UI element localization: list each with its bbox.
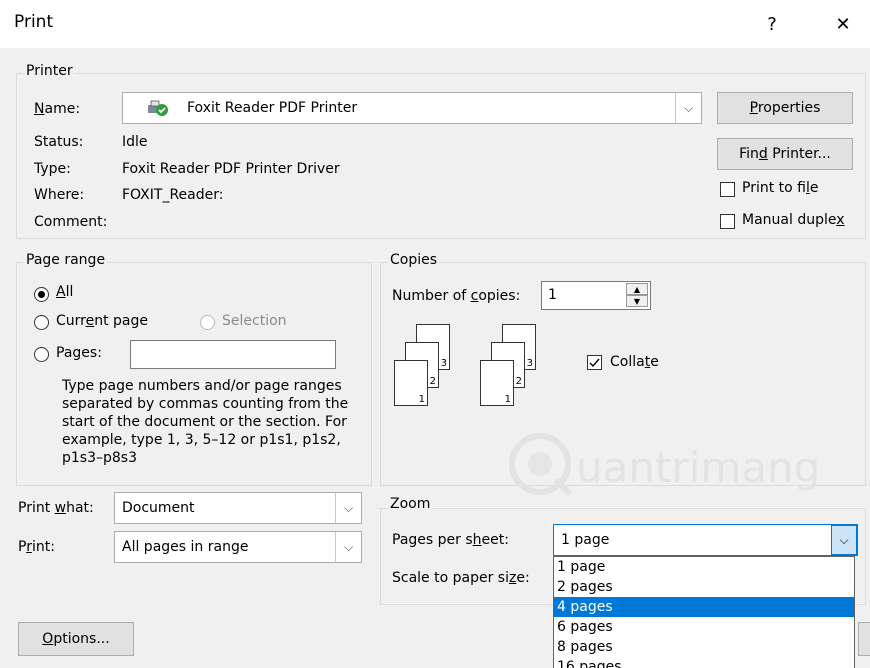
dropdown-option[interactable]: 6 pages bbox=[554, 617, 854, 637]
number-of-copies-stepper[interactable]: 1 ▲ ▼ bbox=[541, 281, 651, 310]
all-radio[interactable] bbox=[34, 287, 49, 302]
type-value: Foxit Reader PDF Printer Driver bbox=[122, 161, 340, 177]
svg-text:uantrimang: uantrimang bbox=[576, 443, 820, 492]
pages-label: Pages: bbox=[56, 345, 102, 361]
pages-per-sheet-value: 1 page bbox=[561, 532, 610, 548]
selection-label: Selection bbox=[222, 313, 287, 329]
chevron-down-icon[interactable]: ⌵ bbox=[675, 93, 701, 123]
find-printer-button[interactable]: Find Printer... bbox=[717, 138, 853, 170]
dialog-title: Print bbox=[14, 12, 54, 32]
close-button[interactable]: ✕ bbox=[820, 8, 866, 42]
title-bar bbox=[0, 0, 870, 48]
page-range-help-text: Type page numbers and/or page ranges sep… bbox=[62, 378, 349, 466]
printer-legend: Printer bbox=[24, 63, 75, 79]
watermark-logo: uantrimang bbox=[500, 420, 840, 500]
comment-label: Comment: bbox=[34, 214, 108, 230]
increment-icon[interactable]: ▲ bbox=[626, 283, 648, 295]
dropdown-option[interactable]: 16 pages bbox=[554, 657, 854, 668]
chevron-down-icon[interactable]: ⌵ bbox=[335, 532, 361, 562]
copies-legend: Copies bbox=[388, 252, 440, 268]
collate-label: Collate bbox=[610, 354, 659, 370]
type-label: Type: bbox=[34, 161, 71, 177]
print-label: Print: bbox=[18, 539, 55, 555]
ok-button-partial[interactable] bbox=[858, 622, 870, 656]
all-label: All bbox=[56, 284, 74, 300]
printer-name-combo[interactable]: Foxit Reader PDF Printer ⌵ bbox=[122, 92, 702, 124]
collated-pages-icon: 3 2 1 bbox=[394, 320, 460, 406]
printer-icon bbox=[147, 100, 169, 116]
current-page-label: Current page bbox=[56, 313, 149, 329]
page-range-legend: Page range bbox=[24, 252, 108, 268]
dropdown-option[interactable]: 2 pages bbox=[554, 577, 854, 597]
status-value: Idle bbox=[122, 134, 148, 150]
current-page-radio[interactable] bbox=[34, 315, 49, 330]
collate-checkbox[interactable] bbox=[587, 355, 602, 370]
print-what-value: Document bbox=[122, 500, 195, 516]
help-button[interactable]: ? bbox=[749, 8, 795, 42]
pages-per-sheet-dropdown: 1 page 2 pages 4 pages 6 pages 8 pages 1… bbox=[553, 556, 855, 668]
dropdown-option[interactable]: 8 pages bbox=[554, 637, 854, 657]
print-value: All pages in range bbox=[122, 539, 249, 555]
manual-duplex-label: Manual duplex bbox=[742, 212, 845, 228]
selection-radio[interactable] bbox=[200, 315, 215, 330]
pages-per-sheet-label: Pages per sheet: bbox=[392, 532, 509, 548]
printer-name-value: Foxit Reader PDF Printer bbox=[187, 100, 358, 116]
print-what-select[interactable]: Document ⌵ bbox=[114, 492, 362, 524]
manual-duplex-checkbox[interactable] bbox=[720, 214, 735, 229]
printer-name-label: Name: bbox=[34, 101, 81, 117]
chevron-down-icon[interactable]: ⌵ bbox=[831, 525, 857, 555]
properties-button[interactable]: Properties bbox=[717, 92, 853, 124]
zoom-legend: Zoom bbox=[388, 496, 433, 512]
status-label: Status: bbox=[34, 134, 84, 150]
pages-per-sheet-select[interactable]: 1 page ⌵ bbox=[553, 524, 858, 556]
where-label: Where: bbox=[34, 187, 85, 203]
decrement-icon[interactable]: ▼ bbox=[626, 295, 648, 307]
number-of-copies-value: 1 bbox=[548, 287, 557, 303]
chevron-down-icon[interactable]: ⌵ bbox=[335, 493, 361, 523]
options-button[interactable]: Options... bbox=[18, 622, 134, 656]
pages-radio[interactable] bbox=[34, 347, 49, 362]
print-select[interactable]: All pages in range ⌵ bbox=[114, 531, 362, 563]
print-to-file-label: Print to file bbox=[742, 180, 819, 196]
print-to-file-checkbox[interactable] bbox=[720, 182, 735, 197]
where-value: FOXIT_Reader: bbox=[122, 187, 224, 203]
dropdown-option[interactable]: 1 page bbox=[554, 557, 854, 577]
collated-pages-icon-2: 3 2 1 bbox=[480, 320, 546, 406]
print-what-label: Print what: bbox=[18, 500, 94, 516]
dropdown-option-highlighted[interactable]: 4 pages bbox=[554, 597, 854, 617]
scale-label: Scale to paper size: bbox=[392, 570, 530, 586]
pages-input[interactable] bbox=[130, 340, 336, 369]
number-of-copies-label: Number of copies: bbox=[392, 288, 521, 304]
